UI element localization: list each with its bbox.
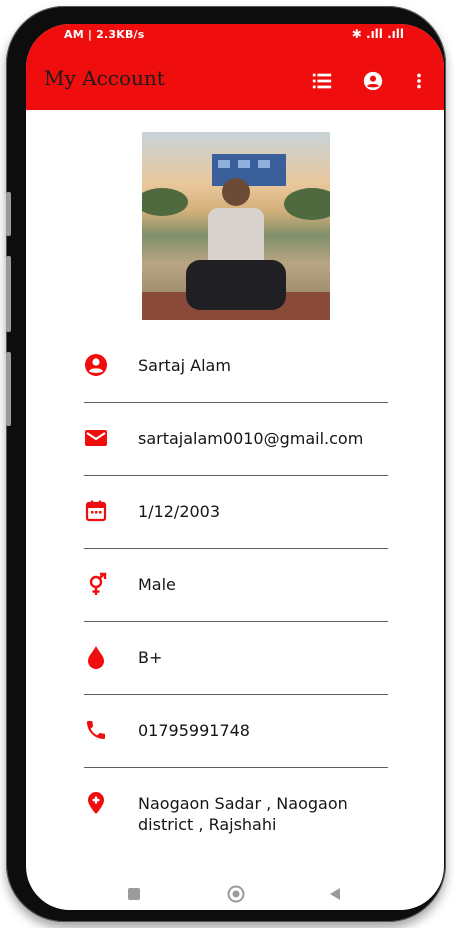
profile-photo bbox=[136, 132, 340, 320]
gender-value: Male bbox=[138, 575, 176, 594]
person-icon bbox=[85, 354, 107, 376]
name-value: Sartaj Alam bbox=[138, 356, 231, 375]
power-button bbox=[6, 256, 11, 332]
page-title: My Account bbox=[44, 66, 165, 90]
status-left: AM | 2.3KB/s bbox=[64, 28, 145, 41]
side-button bbox=[6, 352, 11, 426]
more-vert-icon[interactable] bbox=[412, 70, 426, 92]
calendar-icon bbox=[85, 500, 107, 522]
app-bar: AM | 2.3KB/s ✱ .ıll .ıll My Account bbox=[26, 24, 444, 110]
system-nav-bar bbox=[26, 878, 444, 910]
email-row: sartajalam0010@gmail.com bbox=[84, 402, 388, 476]
volume-button bbox=[6, 192, 11, 236]
list-icon[interactable] bbox=[311, 70, 333, 92]
phone-icon bbox=[87, 721, 105, 739]
blood-group-row: B+ bbox=[84, 621, 388, 695]
phone-row: 01795991748 bbox=[84, 694, 388, 768]
recents-icon[interactable] bbox=[126, 886, 142, 902]
blood-group-value: B+ bbox=[138, 648, 163, 667]
status-right: ✱ .ıll .ıll bbox=[351, 27, 404, 41]
dob-value: 1/12/2003 bbox=[138, 502, 221, 521]
dob-row: 1/12/2003 bbox=[84, 475, 388, 549]
gender-icon bbox=[89, 572, 107, 595]
address-value: Naogaon Sadar , Naogaon district , Rajsh… bbox=[138, 794, 348, 834]
status-bar: AM | 2.3KB/s ✱ .ıll .ıll bbox=[26, 24, 444, 46]
screen: AM | 2.3KB/s ✱ .ıll .ıll My Account Sart… bbox=[26, 24, 444, 910]
email-value: sartajalam0010@gmail.com bbox=[138, 429, 364, 448]
gender-row: Male bbox=[84, 548, 388, 622]
phone-value: 01795991748 bbox=[138, 721, 250, 740]
location-pin-icon bbox=[88, 792, 104, 814]
profile-photo-graphic bbox=[136, 154, 340, 320]
name-row: Sartaj Alam bbox=[84, 329, 388, 403]
home-icon[interactable] bbox=[226, 884, 246, 904]
back-icon[interactable] bbox=[328, 886, 342, 902]
address-row: Naogaon Sadar , Naogaon district , Rajsh… bbox=[84, 767, 388, 857]
account-circle-icon[interactable] bbox=[362, 70, 384, 92]
phone-frame: AM | 2.3KB/s ✱ .ıll .ıll My Account Sart… bbox=[6, 6, 446, 922]
mail-icon bbox=[85, 430, 107, 446]
blood-drop-icon bbox=[88, 646, 104, 669]
